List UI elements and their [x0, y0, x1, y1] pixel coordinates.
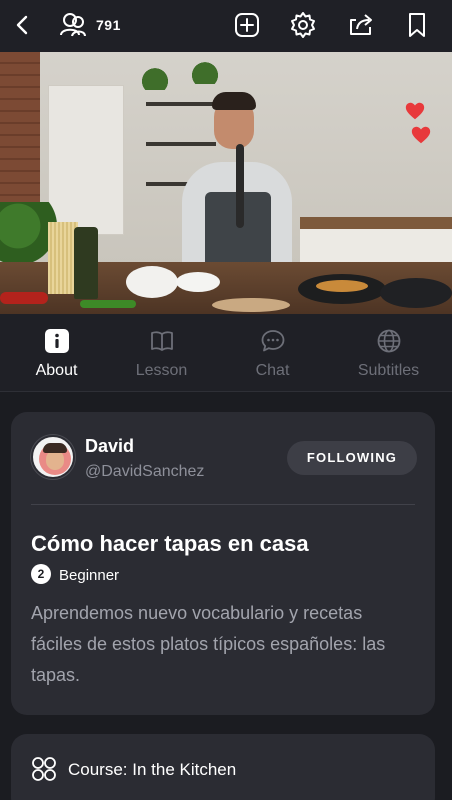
- info-icon: [44, 328, 70, 354]
- tab-chat[interactable]: Chat: [216, 314, 329, 392]
- tab-about[interactable]: About: [0, 314, 113, 392]
- author-name[interactable]: David: [85, 436, 134, 457]
- share-icon[interactable]: [346, 10, 376, 40]
- book-icon: [149, 328, 175, 354]
- gear-icon[interactable]: [288, 10, 318, 40]
- red-pepper: [0, 292, 48, 304]
- avatar-hair: [43, 443, 67, 453]
- lesson-description: Aprendemos nuevo vocabulario y recetas f…: [31, 603, 386, 685]
- lesson-title: Cómo hacer tapas en casa: [31, 531, 309, 556]
- viewers-icon: [58, 10, 88, 40]
- following-button[interactable]: FOLLOWING: [287, 441, 417, 475]
- video-player[interactable]: [0, 52, 452, 314]
- pan-food: [316, 280, 368, 292]
- top-bar: 791: [0, 0, 452, 52]
- microphone: [236, 144, 244, 228]
- plate: [176, 272, 220, 292]
- tab-label: About: [35, 362, 78, 379]
- chat-icon: [260, 328, 286, 354]
- tab-label: Subtitles: [357, 362, 420, 379]
- divider: [31, 504, 415, 505]
- level-badge: 2: [31, 564, 51, 584]
- tab-bar: About Lesson Chat Subtitles: [0, 314, 452, 392]
- tab-label: Lesson: [135, 362, 188, 379]
- avatar[interactable]: [31, 435, 75, 479]
- bookmark-icon[interactable]: [402, 10, 432, 40]
- frying-pan: [380, 278, 452, 308]
- tab-lesson[interactable]: Lesson: [105, 314, 218, 392]
- tab-subtitles[interactable]: Subtitles: [332, 314, 445, 392]
- lesson-info-card: David @DavidSanchez FOLLOWING Cómo hacer…: [11, 412, 435, 715]
- course-card[interactable]: Course: In the Kitchen: [11, 734, 435, 800]
- cutting-board: [212, 298, 290, 312]
- heart-icon: [410, 124, 432, 146]
- course-label: Course: In the Kitchen: [68, 760, 237, 779]
- author-handle: @DavidSanchez: [85, 463, 205, 480]
- oil-bottle: [74, 227, 98, 299]
- green-pepper: [80, 300, 136, 308]
- viewer-count: 791: [96, 17, 121, 33]
- shelf: [146, 142, 216, 146]
- globe-icon: [376, 328, 402, 354]
- back-icon[interactable]: [8, 10, 38, 40]
- course-grid-icon: [31, 756, 57, 782]
- shelf: [146, 102, 216, 106]
- chef-hair: [212, 92, 256, 110]
- add-icon[interactable]: [232, 10, 262, 40]
- avatar-face: [46, 450, 64, 470]
- plate: [126, 266, 178, 298]
- level-label: Beginner: [59, 567, 120, 584]
- tab-label: Chat: [255, 362, 290, 379]
- plant: [188, 62, 222, 84]
- back-counter: [300, 217, 452, 229]
- plant: [138, 68, 172, 90]
- heart-icon: [404, 100, 426, 122]
